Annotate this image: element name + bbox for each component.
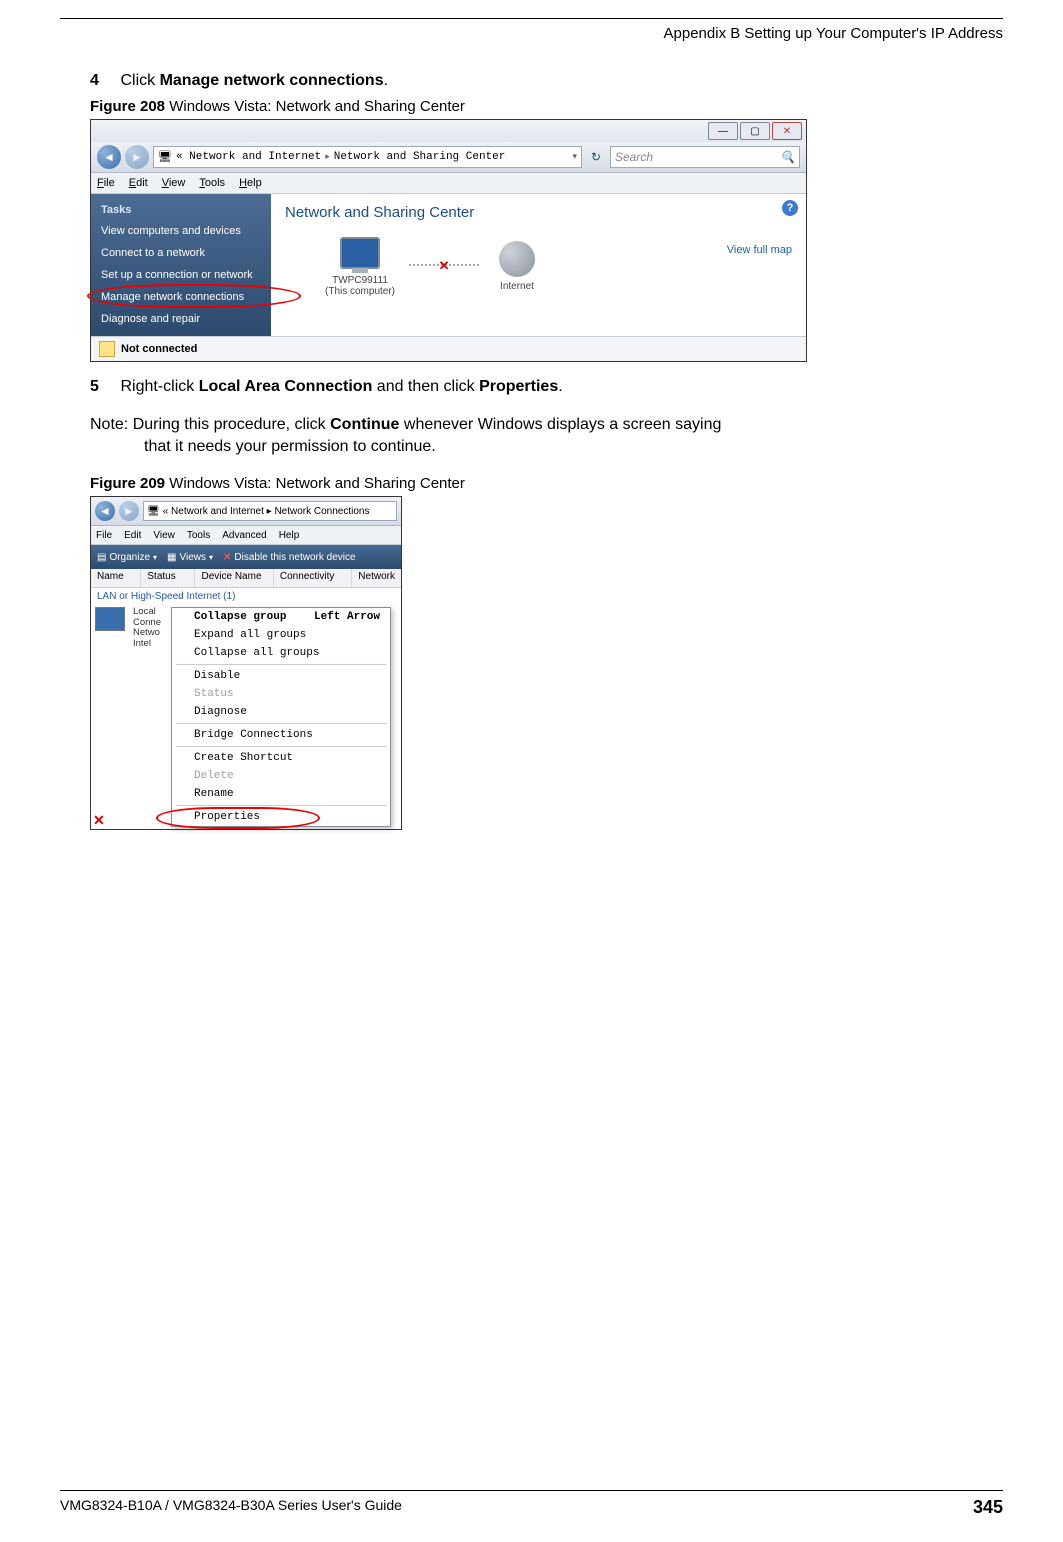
- col-device-name[interactable]: Device Name: [195, 569, 273, 587]
- lan-connection-icon[interactable]: ✕: [95, 607, 129, 827]
- ctx-collapse-all[interactable]: Collapse all groups: [172, 644, 390, 662]
- running-header: Appendix B Setting up Your Computer's IP…: [60, 25, 1003, 42]
- window-titlebar: — ▢ ✕: [91, 120, 806, 142]
- page-title: Network and Sharing Center: [285, 204, 792, 221]
- ctx-disable[interactable]: Disable: [172, 667, 390, 685]
- col-status[interactable]: Status: [141, 569, 195, 587]
- task-connect-network[interactable]: Connect to a network: [91, 242, 271, 264]
- ctx-create-shortcut[interactable]: Create Shortcut: [172, 749, 390, 767]
- status-bar: Not connected: [91, 336, 806, 361]
- ctx-collapse-group[interactable]: Collapse group Left Arrow: [172, 608, 390, 626]
- views-icon: ▦: [167, 552, 176, 563]
- network-adapter-icon: [95, 607, 125, 631]
- group-lan: LAN or High-Speed Internet (1): [91, 588, 401, 605]
- help-icon[interactable]: ?: [782, 200, 798, 216]
- close-button[interactable]: ✕: [772, 122, 802, 140]
- tasks-heading: Tasks: [91, 200, 271, 220]
- disconnected-x-icon: ✕: [439, 258, 450, 274]
- refresh-button[interactable]: ↻: [586, 150, 606, 164]
- ctx-bridge[interactable]: Bridge Connections: [172, 726, 390, 744]
- view-full-map-link[interactable]: View full map: [727, 244, 792, 256]
- task-diagnose-repair[interactable]: Diagnose and repair: [91, 308, 271, 330]
- folder-icon: ▤: [97, 552, 106, 563]
- col-connectivity[interactable]: Connectivity: [274, 569, 352, 587]
- figure-208-screenshot: — ▢ ✕ ◄ ► 🖥 « Network and Internet ▸ Net…: [90, 119, 807, 362]
- ctx-expand-all[interactable]: Expand all groups: [172, 626, 390, 644]
- network-sharing-main: ? Network and Sharing Center View full m…: [271, 194, 806, 336]
- page-footer: VMG8324-B10A / VMG8324-B30A Series User'…: [60, 1490, 1003, 1518]
- menu-tools[interactable]: Tools: [199, 177, 225, 189]
- forward-button[interactable]: ►: [125, 145, 149, 169]
- organize-button[interactable]: ▤Organize▾: [97, 552, 157, 563]
- ctx-diagnose[interactable]: Diagnose: [172, 703, 390, 721]
- minimize-button[interactable]: —: [708, 122, 738, 140]
- disable-device-button[interactable]: ✕Disable this network device: [223, 552, 356, 563]
- menu-edit[interactable]: Edit: [129, 177, 148, 189]
- menu-edit[interactable]: Edit: [124, 530, 141, 541]
- maximize-button[interactable]: ▢: [740, 122, 770, 140]
- disconnected-x-icon: ✕: [93, 812, 105, 829]
- guide-title: VMG8324-B10A / VMG8324-B30A Series User'…: [60, 1497, 402, 1518]
- step-5: 5 Right-click Local Area Connection and …: [90, 378, 1003, 396]
- col-network[interactable]: Network: [352, 569, 401, 587]
- lan-connection-label: Local Conne Netwo Intel: [133, 607, 167, 827]
- menu-file[interactable]: File: [97, 177, 115, 189]
- menu-tools[interactable]: Tools: [187, 530, 210, 541]
- control-panel-icon: 🖥: [158, 150, 172, 164]
- ctx-rename[interactable]: Rename: [172, 785, 390, 803]
- back-button[interactable]: ◄: [97, 145, 121, 169]
- ctx-status: Status: [172, 685, 390, 703]
- address-bar[interactable]: 🖥 « Network and Internet ▸ Network and S…: [153, 146, 582, 168]
- column-headers: Name Status Device Name Connectivity Net…: [91, 569, 401, 588]
- figure-209-caption: Figure 209 Windows Vista: Network and Sh…: [90, 475, 1003, 492]
- task-setup-connection[interactable]: Set up a connection or network: [91, 264, 271, 286]
- step-text: Click: [120, 72, 159, 89]
- figure-208-caption: Figure 208 Windows Vista: Network and Sh…: [90, 98, 1003, 115]
- warning-icon: [99, 341, 115, 357]
- address-bar[interactable]: 🖥 « Network and Internet ▸ Network Conne…: [143, 501, 397, 521]
- ctx-delete: Delete: [172, 767, 390, 785]
- computer-icon: [340, 237, 380, 269]
- step-number: 4: [90, 72, 116, 90]
- menu-advanced[interactable]: Advanced: [222, 530, 266, 541]
- menu-file[interactable]: File: [96, 530, 112, 541]
- task-manage-connections[interactable]: Manage network connections: [91, 286, 271, 308]
- dropdown-icon[interactable]: ▾: [572, 152, 577, 162]
- step-bold: Manage network connections: [160, 72, 384, 89]
- delete-x-icon: ✕: [223, 552, 231, 563]
- menu-view[interactable]: View: [153, 530, 175, 541]
- menu-help[interactable]: Help: [279, 530, 300, 541]
- step-4: 4 Click Manage network connections.: [90, 72, 1003, 90]
- menu-view[interactable]: View: [162, 177, 186, 189]
- note: Note: During this procedure, click Conti…: [90, 414, 1003, 457]
- back-button[interactable]: ◄: [95, 501, 115, 521]
- tasks-panel: Tasks View computers and devices Connect…: [91, 194, 271, 336]
- node-internet: Internet: [493, 239, 541, 292]
- globe-icon: [499, 241, 535, 277]
- views-button[interactable]: ▦Views▾: [167, 552, 213, 563]
- toolbar: ▤Organize▾ ▦Views▾ ✕Disable this network…: [91, 545, 401, 569]
- context-menu: Collapse group Left Arrow Expand all gro…: [171, 607, 391, 827]
- control-panel-icon: 🖥: [147, 506, 160, 517]
- forward-button[interactable]: ►: [119, 501, 139, 521]
- figure-209-screenshot: ◄ ► 🖥 « Network and Internet ▸ Network C…: [90, 496, 402, 830]
- task-view-computers[interactable]: View computers and devices: [91, 220, 271, 242]
- page-number: 345: [973, 1497, 1003, 1518]
- step-number: 5: [90, 378, 116, 396]
- search-input[interactable]: Search 🔍: [610, 146, 800, 168]
- ctx-properties[interactable]: Properties: [172, 808, 390, 826]
- node-this-computer: TWPC99111 (This computer): [325, 233, 395, 297]
- connection-line: ✕: [409, 264, 479, 266]
- menu-bar: File Edit View Tools Advanced Help: [91, 526, 401, 545]
- menu-help[interactable]: Help: [239, 177, 262, 189]
- menu-bar: File Edit View Tools Help: [91, 173, 806, 194]
- search-icon: 🔍: [780, 150, 795, 164]
- col-name[interactable]: Name: [91, 569, 141, 587]
